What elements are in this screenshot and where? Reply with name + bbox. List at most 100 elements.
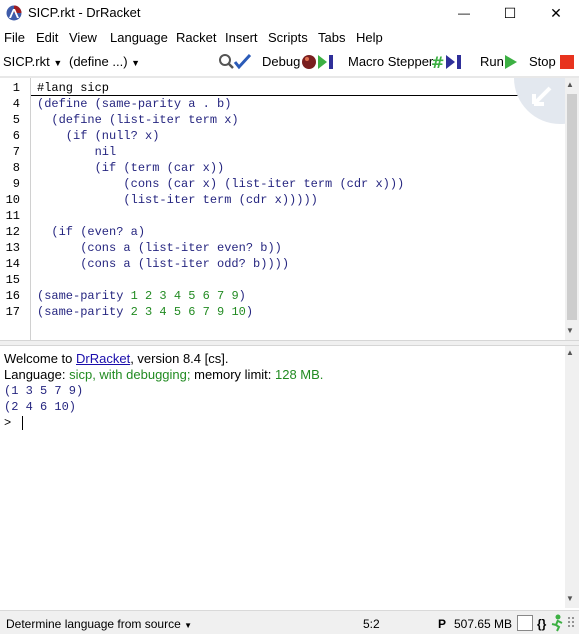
welcome-suffix: , version 8.4 [cs].	[130, 351, 229, 366]
definitions-editor[interactable]: 1 4 5 6 7 8 9 10 11 12 13 14 15 16 17 #l…	[0, 78, 565, 340]
menu-racket[interactable]: Racket	[176, 30, 216, 45]
define-menu-button[interactable]: (define ...) ▼	[69, 54, 140, 69]
scroll-down-icon[interactable]: ▼	[566, 326, 574, 335]
line-number: 9	[12, 177, 20, 191]
code-line: (if (null? x)	[37, 129, 160, 143]
language-value: sicp, with debugging;	[69, 367, 191, 382]
interactions-scrollbar[interactable]	[565, 346, 579, 608]
interactions-pane[interactable]: Welcome to DrRacket, version 8.4 [cs]. L…	[0, 346, 565, 608]
run-button[interactable]: Run	[480, 54, 504, 69]
line-number: 5	[12, 113, 20, 127]
language-selector-label: Determine language from source	[6, 617, 181, 631]
language-selector[interactable]: Determine language from source ▼	[6, 617, 192, 631]
menu-edit[interactable]: Edit	[36, 30, 58, 45]
code-line: (if (term (car x))	[37, 161, 225, 175]
line-number: 4	[12, 97, 20, 111]
maximize-icon: ☐	[503, 4, 517, 21]
maximize-button[interactable]: ☐	[487, 0, 533, 26]
code-numbers: 2 3 4 5 6 7 9 10	[130, 305, 246, 319]
file-menu-label: SICP.rkt	[3, 54, 50, 69]
line-number: 6	[12, 129, 20, 143]
gutter-divider	[30, 78, 31, 340]
output-line: (1 3 5 7 9)	[4, 384, 84, 398]
close-icon: ✕	[550, 4, 562, 21]
code-line: nil	[37, 145, 117, 159]
file-menu-button[interactable]: SICP.rkt ▼	[3, 54, 62, 69]
line-number: 8	[12, 161, 20, 175]
code-text: (same-parity	[37, 289, 131, 303]
welcome-line: Welcome to DrRacket, version 8.4 [cs].	[4, 351, 228, 366]
code-line: (cons a (list-iter odd? b))))	[37, 257, 290, 271]
braces-icon: {}	[537, 617, 547, 631]
chevron-down-icon: ▼	[53, 58, 63, 68]
menu-scripts[interactable]: Scripts	[268, 30, 308, 45]
code-text: )	[245, 305, 254, 319]
line-number: 13	[5, 241, 20, 255]
line-number: 15	[5, 273, 20, 287]
menu-language[interactable]: Language	[110, 30, 168, 45]
lang-separator-line	[31, 95, 565, 96]
line-number: 14	[5, 257, 20, 271]
prompt-symbol: >	[4, 416, 12, 431]
menu-file[interactable]: File	[4, 30, 25, 45]
language-prefix: Language:	[4, 367, 70, 382]
macro-stepper-icon: #	[431, 53, 461, 71]
line-number: 12	[5, 225, 20, 239]
code-line: (list-iter term (cdr x)))))	[37, 193, 318, 207]
menu-view[interactable]: View	[69, 30, 97, 45]
line-number: 17	[5, 305, 20, 319]
status-bar: Determine language from source ▼ 5:2 P 5…	[0, 610, 579, 634]
menu-help[interactable]: Help	[356, 30, 383, 45]
toolbar: SICP.rkt ▼ (define ...) ▼ Debug Macro St…	[0, 48, 579, 76]
resize-grip-icon[interactable]	[567, 615, 576, 629]
menu-bar: File Edit View Language Racket Insert Sc…	[0, 26, 579, 48]
minimize-button[interactable]: —	[441, 0, 487, 26]
code-line: (if (even? a)	[37, 225, 146, 239]
cursor-position: 5:2	[363, 617, 380, 631]
line-number: 16	[5, 289, 20, 303]
define-menu-label: (define ...)	[69, 54, 128, 69]
output-line: (2 4 6 10)	[4, 400, 77, 414]
code-line-lang: #lang sicp	[37, 81, 110, 95]
stop-button[interactable]: Stop	[529, 54, 556, 69]
menu-insert[interactable]: Insert	[225, 30, 258, 45]
code-line: (same-parity 1 2 3 4 5 6 7 9)	[37, 289, 246, 303]
memory-value: 128 MB.	[275, 367, 324, 382]
debug-icon	[302, 55, 333, 69]
running-man-icon	[551, 614, 563, 632]
line-number: 7	[12, 145, 20, 159]
code-line: (cons a (list-iter even? b))	[37, 241, 282, 255]
macro-stepper-button[interactable]: Macro Stepper	[348, 54, 433, 69]
code-line: (same-parity 2 3 4 5 6 7 9 10)	[37, 305, 253, 319]
drracket-link[interactable]: DrRacket	[76, 351, 130, 366]
scroll-up-icon[interactable]: ▲	[566, 80, 574, 89]
title-bar: SICP.rkt - DrRacket — ☐ ✕	[0, 0, 579, 26]
gc-indicator	[517, 615, 533, 631]
minimize-icon: —	[458, 6, 470, 20]
window-title: SICP.rkt - DrRacket	[28, 5, 141, 20]
text-cursor	[22, 416, 24, 430]
code-line: (define (list-iter term x)	[37, 113, 239, 127]
p-indicator: P	[438, 617, 447, 631]
menu-tabs[interactable]: Tabs	[318, 30, 345, 45]
line-number-gutter: 1 4 5 6 7 8 9 10 11 12 13 14 15 16 17	[0, 78, 30, 340]
line-number: 1	[12, 81, 20, 95]
memory-usage[interactable]: 507.65 MB	[454, 617, 512, 631]
drracket-logo-icon	[6, 5, 22, 21]
code-text: )	[238, 289, 246, 303]
hide-panel-arrow-icon[interactable]	[508, 78, 565, 130]
check-syntax-icon[interactable]	[218, 53, 252, 71]
memory-prefix: memory limit:	[190, 367, 275, 382]
editor-scrollbar-thumb[interactable]	[567, 94, 577, 320]
debug-button[interactable]: Debug	[262, 54, 300, 69]
run-icon	[505, 55, 517, 69]
chevron-down-icon: ▼	[131, 58, 141, 68]
close-button[interactable]: ✕	[533, 0, 579, 26]
repl-prompt[interactable]: >	[4, 416, 24, 431]
scroll-up-icon[interactable]: ▲	[566, 348, 574, 357]
line-number: 11	[5, 209, 20, 223]
scroll-down-icon[interactable]: ▼	[566, 594, 574, 603]
svg-text:#: #	[431, 53, 444, 71]
chevron-down-icon: ▼	[184, 621, 193, 630]
stop-icon	[560, 55, 574, 69]
